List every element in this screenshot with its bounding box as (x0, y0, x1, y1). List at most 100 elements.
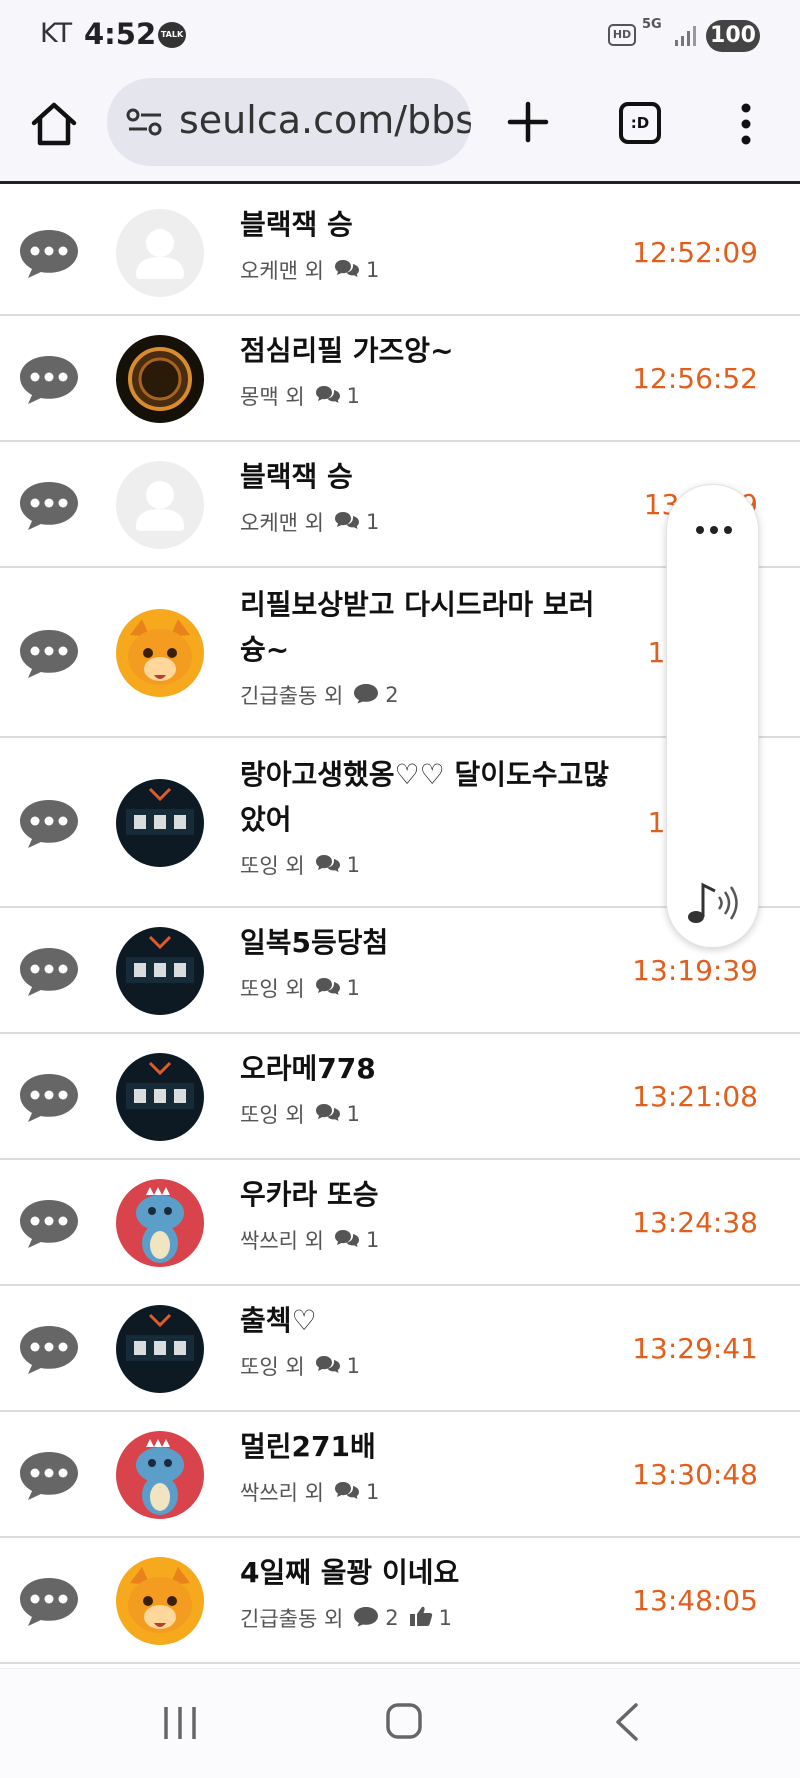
comment-bubble-icon (16, 626, 82, 680)
comment-bubble-icon (16, 796, 82, 850)
post-author[interactable]: 또잉 외 (240, 1351, 305, 1381)
post-author[interactable]: 싹쓰리 외 (240, 1225, 324, 1255)
post-meta: 긴급출동 외 2 (240, 680, 399, 710)
post-row[interactable]: 오라메778 또잉 외 1 13:21:08 (0, 1034, 800, 1160)
comments-icon (315, 1354, 341, 1379)
post-meta: 긴급출동 외 2 1 (240, 1603, 452, 1633)
back-icon[interactable] (612, 1701, 642, 1743)
avatar[interactable] (116, 1305, 204, 1393)
post-meta: 싹쓰리 외 1 (240, 1477, 379, 1507)
more-menu-icon[interactable] (738, 102, 754, 146)
post-author[interactable]: 싹쓰리 외 (240, 1477, 324, 1507)
comments-icon (315, 384, 341, 409)
post-title[interactable]: 출첵♡ (240, 1298, 620, 1343)
post-title[interactable]: 랑아고생했옹♡♡ 달이도수고많았어 (240, 752, 620, 842)
comment-count: 1 (334, 258, 379, 283)
post-meta: 또잉 외 1 (240, 1099, 360, 1129)
comments-icon (353, 682, 379, 709)
comment-count-value: 1 (346, 1354, 361, 1378)
avatar[interactable] (116, 1179, 204, 1267)
hd-voice-icon: HD (608, 24, 636, 46)
post-row[interactable]: 블랙잭 승 오케맨 외 1 12:52:09 (0, 190, 800, 316)
avatar[interactable] (116, 927, 204, 1015)
like-count: 1 (409, 1605, 452, 1632)
post-title[interactable]: 우카라 또승 (240, 1172, 620, 1217)
post-author[interactable]: 또잉 외 (240, 850, 305, 880)
comment-count: 2 (353, 1605, 399, 1632)
comments-icon (334, 258, 360, 283)
post-title[interactable]: 4일째 올꽝 이네요 (240, 1550, 620, 1595)
home-icon[interactable] (28, 98, 80, 150)
post-meta: 또잉 외 1 (240, 973, 360, 1003)
comment-count: 1 (334, 1480, 379, 1505)
post-meta: 싹쓰리 외 1 (240, 1225, 379, 1255)
post-author[interactable]: 긴급출동 외 (240, 1603, 343, 1633)
new-tab-icon[interactable] (506, 100, 550, 144)
post-author[interactable]: 긴급출동 외 (240, 680, 343, 710)
comment-count-value: 1 (365, 1480, 380, 1504)
tab-switcher-button[interactable]: :D (619, 102, 661, 144)
avatar[interactable] (116, 779, 204, 867)
post-row[interactable]: 점심리필 가즈앙~ 몽맥 외 1 12:56:52 (0, 316, 800, 442)
signal-icon (675, 26, 696, 46)
sound-music-icon[interactable] (685, 879, 741, 927)
comment-bubble-icon (16, 478, 82, 532)
comment-bubble-icon (16, 352, 82, 406)
comment-bubble-icon (16, 226, 82, 280)
avatar[interactable] (116, 209, 204, 297)
comment-bubble-icon (16, 1196, 82, 1250)
post-row[interactable]: 4일째 올꽝 이네요긴급출동 외 2 1 13:48:05 (0, 1538, 800, 1664)
post-author[interactable]: 또잉 외 (240, 973, 305, 1003)
post-time: 13:48:05 (632, 1584, 758, 1617)
comment-bubble-icon (16, 1574, 82, 1628)
post-title[interactable]: 블랙잭 승 (240, 202, 620, 247)
comment-count: 1 (334, 510, 379, 535)
post-row[interactable]: 멀린271배싹쓰리 외 1 13:30:48 (0, 1412, 800, 1538)
post-row[interactable]: 출첵♡ 또잉 외 1 13:29:41 (0, 1286, 800, 1412)
comment-count-value: 1 (346, 853, 361, 877)
post-title[interactable]: 일복5등당첨 (240, 920, 620, 965)
post-meta: 또잉 외 1 (240, 850, 360, 880)
address-bar[interactable]: seulca.com/bbs (107, 78, 471, 166)
comment-count-value: 1 (346, 1102, 361, 1126)
home-nav-icon[interactable] (384, 1701, 424, 1741)
url-text[interactable]: seulca.com/bbs (179, 98, 471, 142)
browser-toolbar: seulca.com/bbs :D (0, 72, 800, 184)
post-title[interactable]: 멀린271배 (240, 1424, 620, 1469)
post-author[interactable]: 오케맨 외 (240, 255, 324, 285)
post-meta: 몽맥 외 1 (240, 381, 360, 411)
post-meta: 또잉 외 1 (240, 1351, 360, 1381)
network-type-icon: 5G (642, 17, 662, 32)
avatar[interactable] (116, 1557, 204, 1645)
post-title[interactable]: 점심리필 가즈앙~ (240, 328, 620, 373)
comments-icon (315, 976, 341, 1001)
avatar[interactable] (116, 461, 204, 549)
post-author[interactable]: 몽맥 외 (240, 381, 305, 411)
comment-count: 1 (315, 853, 360, 878)
comment-count-value: 1 (365, 258, 380, 282)
post-title[interactable]: 오라메778 (240, 1046, 620, 1091)
post-time: 13:29:41 (632, 1332, 758, 1365)
post-meta: 오케맨 외 1 (240, 507, 379, 537)
post-time: 13:30:48 (632, 1458, 758, 1491)
comment-count: 2 (353, 682, 399, 709)
avatar[interactable] (116, 1053, 204, 1141)
post-row[interactable]: 우카라 또승 싹쓰리 외 1 13:24:38 (0, 1160, 800, 1286)
comment-bubble-icon (16, 944, 82, 998)
post-title[interactable]: 블랙잭 승 (240, 454, 620, 499)
comment-bubble-icon (16, 1322, 82, 1376)
avatar[interactable] (116, 1431, 204, 1519)
comments-icon (334, 1228, 360, 1253)
avatar[interactable] (116, 335, 204, 423)
recent-apps-icon[interactable] (160, 1703, 200, 1743)
status-bar: KT 4:52 TALK HD 5G 100 (0, 0, 800, 72)
comments-icon (334, 510, 360, 535)
more-options-icon[interactable] (695, 525, 733, 535)
post-author[interactable]: 또잉 외 (240, 1099, 305, 1129)
site-settings-icon[interactable] (125, 106, 165, 138)
floating-side-panel[interactable] (666, 484, 759, 948)
post-author[interactable]: 오케맨 외 (240, 507, 324, 537)
comment-count-value: 1 (346, 384, 361, 408)
post-title[interactable]: 리필보상받고 다시드라마 보러 슝~ (240, 582, 620, 672)
avatar[interactable] (116, 609, 204, 697)
